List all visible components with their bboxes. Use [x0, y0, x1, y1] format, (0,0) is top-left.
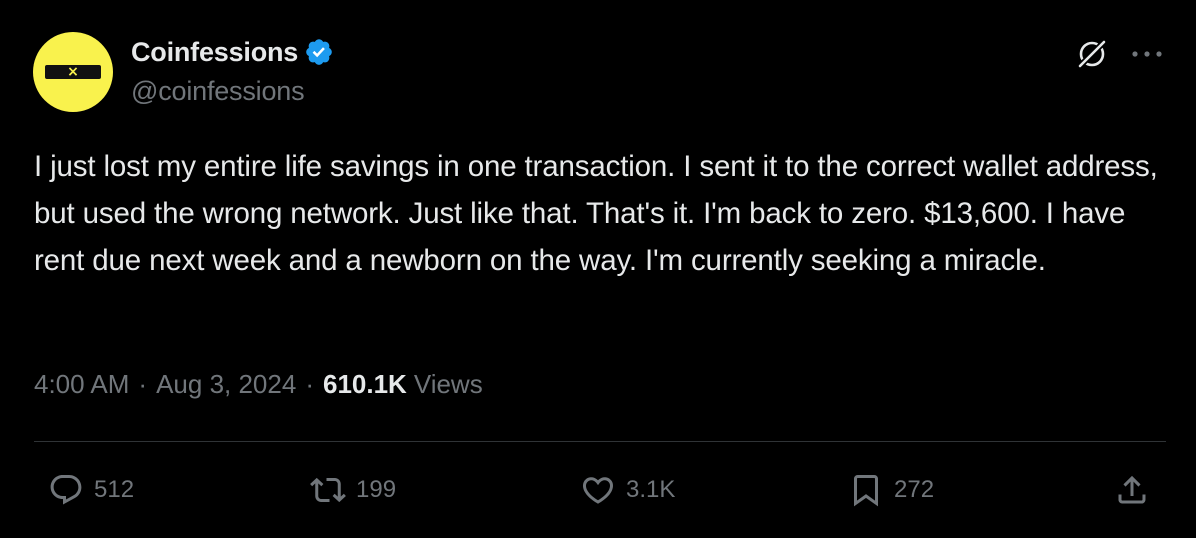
avatar[interactable]: ×	[33, 32, 113, 112]
views-count[interactable]: 610.1K	[323, 369, 407, 400]
tweet-card: × Coinfessions @coinfessions I just lost…	[0, 0, 1196, 538]
author-display-name[interactable]: Coinfessions	[131, 37, 298, 68]
avatar-glyph: ×	[67, 64, 79, 80]
retweet-icon	[310, 477, 346, 503]
reply-count: 512	[94, 476, 135, 503]
reply-icon	[50, 475, 82, 505]
divider	[34, 441, 1166, 442]
bookmark-button[interactable]: 272	[848, 470, 934, 510]
like-count: 3.1K	[626, 476, 676, 503]
retweet-button[interactable]: 199	[310, 470, 396, 510]
reply-button[interactable]: 512	[48, 470, 134, 510]
bookmark-count: 272	[894, 476, 935, 503]
bookmark-icon	[854, 475, 878, 507]
verified-badge-icon[interactable]	[304, 37, 334, 67]
tweet-text: I just lost my entire life savings in on…	[34, 150, 1158, 277]
meta-separator: ·	[138, 369, 148, 399]
share-icon	[1118, 475, 1146, 504]
views-label: Views	[413, 369, 483, 399]
tweet-date[interactable]: Aug 3, 2024	[156, 369, 296, 400]
author-name-row: Coinfessions	[131, 35, 334, 69]
grok-icon[interactable]	[1076, 38, 1108, 70]
like-icon	[582, 477, 614, 504]
tweet-time[interactable]: 4:00 AM	[34, 369, 129, 400]
share-button[interactable]	[1114, 470, 1150, 510]
more-icon[interactable]	[1130, 50, 1164, 58]
avatar-bar: ×	[45, 64, 101, 80]
meta-separator: ·	[305, 369, 314, 399]
tweet-meta: 4:00 AM · Aug 3, 2024 · 610.1K Views	[34, 369, 483, 400]
like-button[interactable]: 3.1K	[580, 470, 675, 510]
author-handle[interactable]: @coinfessions	[131, 76, 305, 107]
retweet-count: 199	[356, 476, 397, 503]
